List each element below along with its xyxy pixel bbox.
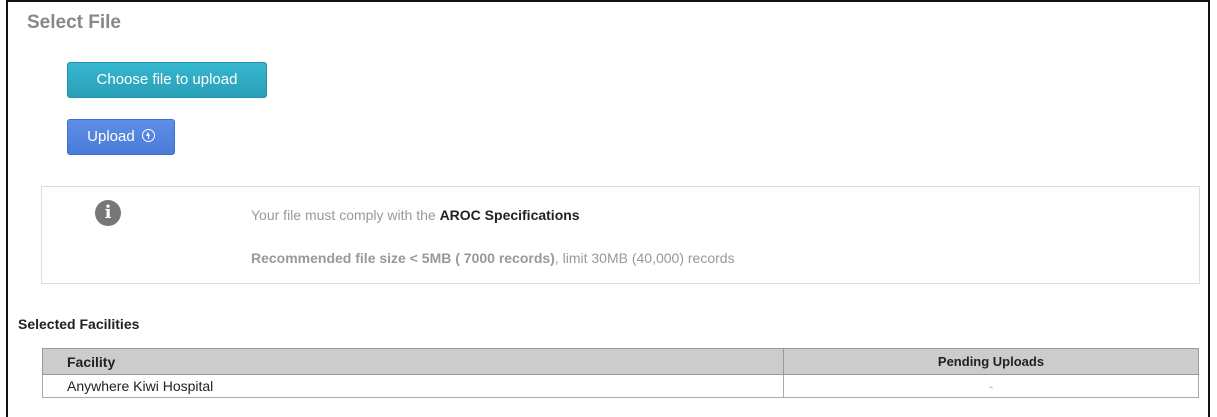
section-title: Select File bbox=[27, 12, 121, 33]
upload-arrow-icon bbox=[141, 129, 155, 142]
info-box: i Your file must comply with the AROC Sp… bbox=[41, 186, 1200, 284]
column-header-pending-uploads: Pending Uploads bbox=[783, 348, 1199, 375]
upload-button[interactable]: Upload bbox=[67, 119, 175, 155]
facility-name-cell: Anywhere Kiwi Hospital bbox=[42, 374, 784, 398]
info-icon: i bbox=[95, 200, 121, 226]
upload-button-label: Upload bbox=[87, 128, 135, 145]
selected-facilities-title: Selected Facilities bbox=[18, 316, 140, 332]
info-file-size-rest: , limit 30MB (40,000) records bbox=[554, 250, 735, 266]
info-compliance-prefix: Your file must comply with the bbox=[251, 207, 440, 223]
choose-file-button[interactable]: Choose file to upload bbox=[67, 62, 267, 98]
info-compliance-text: Your file must comply with the AROC Spec… bbox=[251, 207, 580, 223]
aroc-specifications-link[interactable]: AROC Specifications bbox=[440, 207, 580, 223]
info-file-size-bold: Recommended file size < 5MB ( 7000 recor… bbox=[251, 250, 555, 266]
facilities-table: Facility Pending Uploads Anywhere Kiwi H… bbox=[42, 348, 1199, 398]
column-header-facility: Facility bbox=[42, 348, 784, 375]
info-file-size-text: Recommended file size < 5MB ( 7000 recor… bbox=[251, 250, 735, 266]
pending-uploads-cell: - bbox=[783, 374, 1199, 398]
table-row: Anywhere Kiwi Hospital - bbox=[42, 374, 1199, 398]
table-header-row: Facility Pending Uploads bbox=[42, 348, 1199, 375]
